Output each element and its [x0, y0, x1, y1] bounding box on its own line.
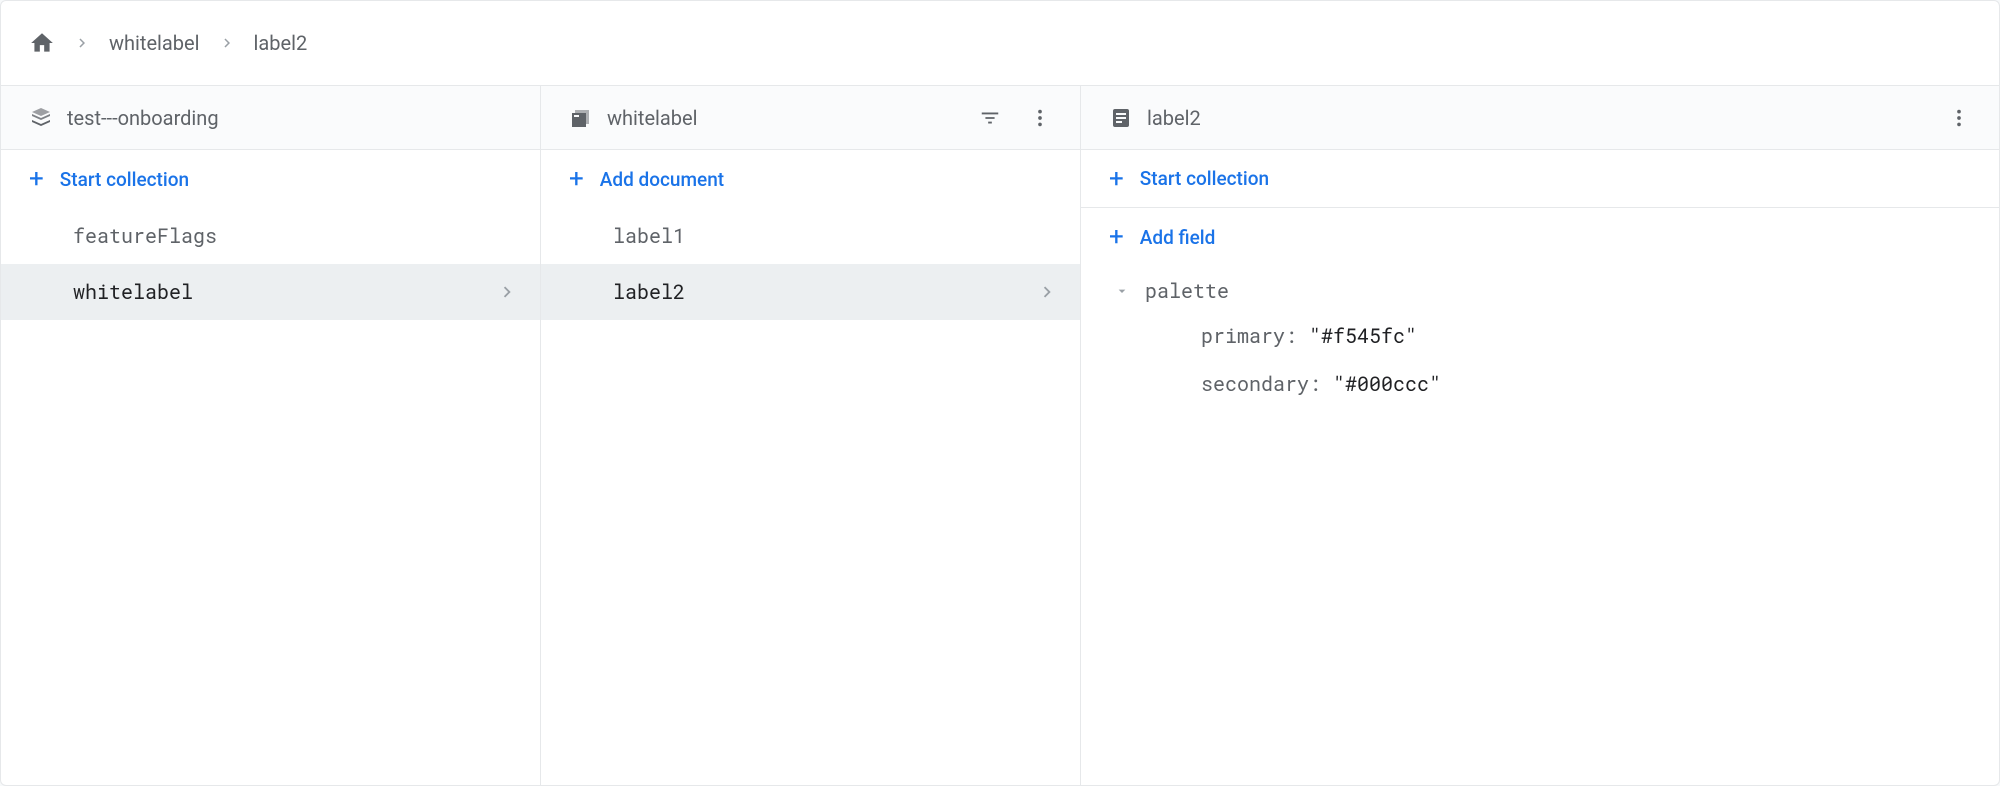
- field-row[interactable]: palette: [1081, 270, 1999, 312]
- document-fields: + Add field palette primary: "#f545fc": [1081, 208, 1999, 785]
- chevron-right-icon: [496, 281, 518, 303]
- breadcrumb-item[interactable]: whitelabel: [109, 31, 200, 55]
- field-value: "#f545fc": [1309, 323, 1417, 349]
- columns-container: test---onboarding + Start collection fea…: [1, 86, 1999, 785]
- document-panel-title: label2: [1147, 106, 1927, 130]
- documents-list: label1 label2: [541, 208, 1080, 785]
- document-icon: [1109, 106, 1133, 130]
- breadcrumb-item[interactable]: label2: [254, 31, 308, 55]
- collection-item[interactable]: whitelabel: [1, 264, 540, 320]
- chevron-right-icon: [1036, 281, 1058, 303]
- root-panel-header: test---onboarding: [1, 86, 540, 150]
- collection-panel: whitelabel + Add document label1 label2: [541, 86, 1081, 785]
- action-label: Start collection: [1140, 167, 1269, 190]
- collection-panel-header: whitelabel: [541, 86, 1080, 150]
- root-panel-title: test---onboarding: [67, 106, 518, 130]
- firestore-data-viewer: whitelabel label2 test---onboarding +: [0, 0, 2000, 786]
- document-item-label: label1: [613, 223, 1058, 249]
- collection-item[interactable]: featureFlags: [1, 208, 540, 264]
- field-row[interactable]: primary: "#f545fc": [1081, 312, 1999, 360]
- plus-icon: +: [1109, 166, 1124, 192]
- field-value: "#000ccc": [1333, 371, 1441, 397]
- document-item[interactable]: label2: [541, 264, 1080, 320]
- more-vert-icon[interactable]: [1941, 100, 1977, 136]
- collection-item-label: featureFlags: [73, 223, 518, 249]
- document-item[interactable]: label1: [541, 208, 1080, 264]
- collection-icon: [569, 106, 593, 130]
- chevron-right-icon: [73, 34, 91, 52]
- collection-item-label: whitelabel: [73, 279, 496, 305]
- root-panel: test---onboarding + Start collection fea…: [1, 86, 541, 785]
- more-vert-icon[interactable]: [1022, 100, 1058, 136]
- collections-list: featureFlags whitelabel: [1, 208, 540, 785]
- field-key: secondary:: [1201, 371, 1321, 397]
- plus-icon: +: [29, 166, 44, 192]
- document-item-label: label2: [613, 279, 1036, 305]
- field-key: primary:: [1201, 323, 1297, 349]
- start-collection-button[interactable]: + Start collection: [1081, 150, 1999, 208]
- breadcrumb: whitelabel label2: [1, 1, 1999, 86]
- database-root-icon: [29, 106, 53, 130]
- field-tree: palette primary: "#f545fc" secondary: "#…: [1081, 266, 1999, 412]
- action-label: Add field: [1140, 226, 1216, 249]
- start-collection-button[interactable]: + Start collection: [1, 150, 540, 208]
- collection-panel-title: whitelabel: [607, 106, 958, 130]
- add-field-button[interactable]: + Add field: [1081, 208, 1999, 266]
- home-icon[interactable]: [29, 30, 55, 56]
- add-document-button[interactable]: + Add document: [541, 150, 1080, 208]
- document-panel-header: label2: [1081, 86, 1999, 150]
- field-row[interactable]: secondary: "#000ccc": [1081, 360, 1999, 408]
- chevron-right-icon: [218, 34, 236, 52]
- action-label: Add document: [600, 168, 724, 191]
- plus-icon: +: [569, 166, 584, 192]
- plus-icon: +: [1109, 224, 1124, 250]
- action-label: Start collection: [60, 168, 189, 191]
- expand-toggle-icon[interactable]: [1109, 283, 1135, 299]
- document-panel: label2 + Start collection + Add field: [1081, 86, 1999, 785]
- field-key: palette: [1145, 278, 1229, 304]
- filter-list-icon[interactable]: [972, 100, 1008, 136]
